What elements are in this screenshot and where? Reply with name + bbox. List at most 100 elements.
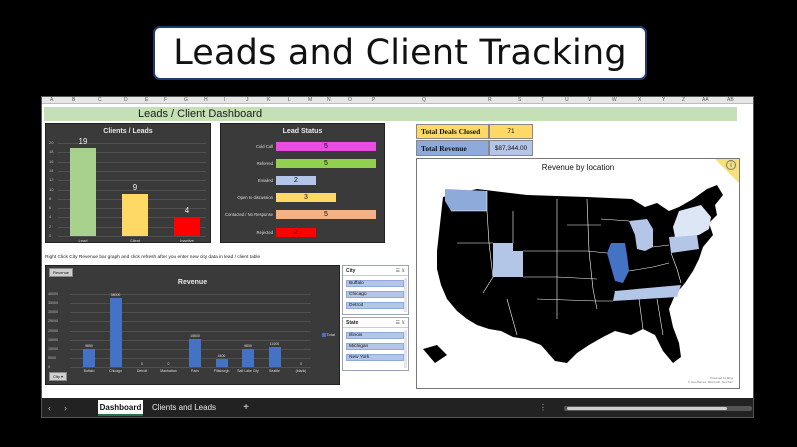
lead-status-row[interactable]: Rejected 2 xyxy=(221,228,386,238)
lead-status-bar[interactable]: 5 xyxy=(276,142,376,151)
column-header-y[interactable]: Y xyxy=(662,97,665,104)
revenue-bar[interactable] xyxy=(268,346,281,367)
column-header-ab[interactable]: AB xyxy=(727,97,734,104)
column-header-x[interactable]: X xyxy=(638,97,641,104)
column-header-h[interactable]: H xyxy=(204,97,208,104)
total-revenue-label: Total Revenue xyxy=(416,140,489,156)
lead-status-bar[interactable]: 5 xyxy=(276,210,376,219)
tab-next-button[interactable]: › xyxy=(64,403,67,413)
slicer-item-chicago[interactable]: Chicago xyxy=(346,291,404,298)
y-tick-label: 0 xyxy=(49,233,52,238)
column-header-a[interactable]: A xyxy=(50,97,53,104)
state-slicer[interactable]: State ☰ ⊻ Illinois Michigan New York xyxy=(342,317,409,371)
city-slicer[interactable]: City ☰ ⊻ Buffalo Chicago Detroit xyxy=(342,265,409,315)
y-tick-label: 40000 xyxy=(48,292,58,296)
column-header-i[interactable]: I xyxy=(224,97,225,104)
clients-leads-chart[interactable]: Clients / Leads 20 18 16 14 12 10 8 6 4 2 0 19 Lead 9… xyxy=(45,123,211,243)
lead-status-bar[interactable]: 3 xyxy=(276,193,336,202)
lead-status-chart[interactable]: Lead Status Cold Call 5 Referred 5 Emailed 2 O… xyxy=(220,123,385,243)
total-revenue-value[interactable]: $87,344.00 xyxy=(489,140,533,156)
revenue-bar[interactable] xyxy=(242,349,254,367)
column-header-z[interactable]: Z xyxy=(682,97,685,104)
data-label: 9800 xyxy=(244,344,252,349)
column-header-c[interactable]: C xyxy=(98,97,102,104)
y-tick-label: 14 xyxy=(49,167,54,173)
category-label: Pittsburgh xyxy=(213,369,230,373)
slicer-item-detroit[interactable]: Detroit xyxy=(346,302,404,309)
lead-status-bar[interactable]: 2 xyxy=(276,176,316,185)
y-tick-label: 20000 xyxy=(48,328,58,333)
lead-status-bar[interactable]: 2 xyxy=(276,228,316,237)
column-header-v[interactable]: V xyxy=(588,97,591,104)
city-slicer-scrollbar[interactable] xyxy=(404,278,407,312)
slicer-item-new-york[interactable]: New York xyxy=(346,354,404,361)
column-header-j[interactable]: J xyxy=(246,97,249,104)
filter-icons[interactable]: ☰ ⊻ xyxy=(395,320,405,326)
city-field-button[interactable]: City ▾ xyxy=(49,372,68,381)
data-label: 38000 xyxy=(110,292,121,297)
gridline xyxy=(70,321,311,323)
column-header-t[interactable]: T xyxy=(541,97,544,104)
lead-status-title: Lead Status xyxy=(282,128,323,135)
tab-clients-and-leads[interactable]: Clients and Leads xyxy=(149,400,219,416)
revenue-bar[interactable] xyxy=(109,297,122,367)
lead-status-row[interactable]: Open to discussion 3 xyxy=(221,193,386,203)
bar-client[interactable] xyxy=(122,194,148,236)
column-header-q[interactable]: Q xyxy=(422,97,426,104)
map-credit: Powered by Bing © GeoNames, Microsoft, T… xyxy=(688,376,733,384)
revenue-bar[interactable] xyxy=(83,349,95,367)
dashboard-sheet: Leads / Client Dashboard Clients / Leads… xyxy=(42,104,753,398)
add-sheet-button[interactable]: + xyxy=(240,400,252,416)
column-header-b[interactable]: B xyxy=(72,97,75,104)
bar-inactive[interactable] xyxy=(174,217,200,236)
gridline xyxy=(70,312,311,314)
slicer-item-michigan[interactable]: Michigan xyxy=(346,343,404,350)
data-label: 9 xyxy=(132,183,138,193)
lead-status-row[interactable]: Cold Call 5 xyxy=(221,142,386,152)
slicer-item-buffalo[interactable]: Buffalo xyxy=(346,280,404,287)
slicer-item-illinois[interactable]: Illinois xyxy=(346,332,404,339)
revenue-map[interactable]: Revenue by location i Powered by Bing © … xyxy=(416,158,740,389)
column-header-u[interactable]: U xyxy=(565,97,569,104)
tab-prev-button[interactable]: ‹ xyxy=(48,403,51,413)
column-header-s[interactable]: S xyxy=(518,97,521,104)
scrollbar-thumb[interactable] xyxy=(567,407,727,410)
more-options-icon[interactable]: ⋮ xyxy=(539,403,547,412)
bar-lead[interactable] xyxy=(70,147,96,236)
lead-status-bar[interactable]: 5 xyxy=(276,159,376,168)
horizontal-scrollbar[interactable] xyxy=(564,406,752,411)
column-header-aa[interactable]: AA xyxy=(702,97,709,104)
column-headers: A B C D E F G H I J K L M N O P Q R S T U V W X Y Z AA AB xyxy=(42,97,753,104)
total-deals-value[interactable]: 71 xyxy=(489,124,533,139)
tab-dashboard[interactable]: Dashboard xyxy=(98,400,143,416)
lead-status-row[interactable]: Emailed 2 xyxy=(221,176,386,186)
column-header-n[interactable]: N xyxy=(327,97,331,104)
filter-icons[interactable]: ☰ ⊻ xyxy=(395,268,405,274)
y-tick-label: 12 xyxy=(49,177,54,183)
column-header-f[interactable]: F xyxy=(164,97,167,104)
column-header-m[interactable]: M xyxy=(308,97,312,104)
y-tick-label: 10000 xyxy=(48,346,58,351)
y-tick-label: 16 xyxy=(49,158,54,164)
revenue-chart[interactable]: Revenue Revenue 40000 35000 30000 25000 2000… xyxy=(45,265,340,385)
column-header-l[interactable]: L xyxy=(288,97,291,104)
column-header-r[interactable]: R xyxy=(488,97,492,104)
lead-status-row[interactable]: Referred 5 xyxy=(221,159,386,169)
lead-status-row[interactable]: Contacted / No Response 5 xyxy=(221,210,386,220)
column-header-o[interactable]: O xyxy=(348,97,352,104)
y-tick-label: 0 xyxy=(48,365,50,369)
column-header-d[interactable]: D xyxy=(124,97,128,104)
column-header-k[interactable]: K xyxy=(267,97,270,104)
y-tick-label: 8 xyxy=(49,195,52,201)
column-header-e[interactable]: E xyxy=(145,97,148,104)
column-header-g[interactable]: G xyxy=(184,97,188,104)
state-slicer-scrollbar[interactable] xyxy=(404,330,407,368)
revenue-title: Revenue xyxy=(177,279,208,286)
revenue-bar[interactable] xyxy=(189,338,201,367)
revenue-bar[interactable] xyxy=(215,358,228,367)
column-header-p[interactable]: P xyxy=(372,97,375,104)
column-header-w[interactable]: W xyxy=(612,97,617,104)
y-tick-label: 2 xyxy=(49,223,52,229)
revenue-field-button[interactable]: Revenue xyxy=(49,268,74,277)
lead-status-label: Contacted / No Response xyxy=(225,212,273,217)
